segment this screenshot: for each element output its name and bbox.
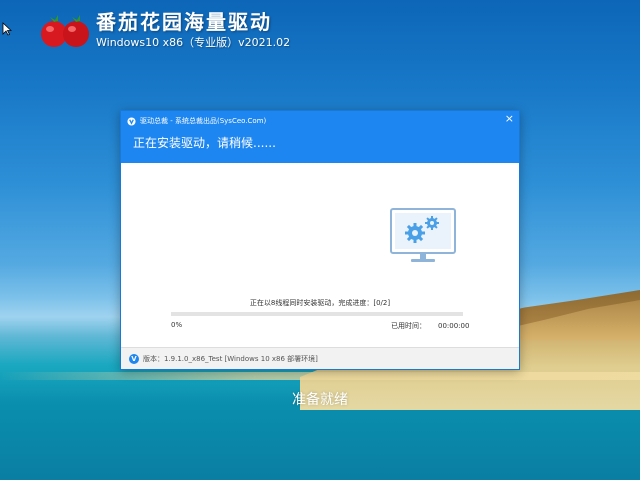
brand-subtitle: Windows10 x86（专业版）v2021.02 <box>96 36 291 49</box>
mouse-cursor-icon <box>2 22 12 36</box>
version-text: 版本：1.9.1.0_x86_Test [Windows 10 x86 部署环境… <box>143 354 318 363</box>
progress-percent: 0% <box>171 321 183 329</box>
brand-title: 番茄花园海量驱动 <box>96 10 272 34</box>
driver-app-icon <box>127 116 136 126</box>
ready-status-text: 准备就绪 <box>292 392 348 408</box>
elapsed-value: 00:00:00 <box>438 322 470 330</box>
tomato-logo-icon <box>41 15 89 47</box>
dialog-title: 驱动总裁 - 系统总裁出品(SysCeo.Com) <box>140 117 267 125</box>
driver-install-dialog: 驱动总裁 - 系统总裁出品(SysCeo.Com) × 正在安装驱动，请稍候..… <box>120 110 520 370</box>
background-sand-strip <box>0 372 640 380</box>
dialog-titlebar: 驱动总裁 - 系统总裁出品(SysCeo.Com) <box>127 114 266 128</box>
elapsed-label: 已用时间： <box>391 322 426 330</box>
install-progress-bar <box>171 312 463 316</box>
elapsed-time: 已用时间： 00:00:00 <box>391 321 469 331</box>
install-status-text: 正在以8线程同时安装驱动，完成进度：[0/2] <box>249 299 391 307</box>
dialog-heading: 正在安装驱动，请稍候...... <box>133 136 276 150</box>
close-icon[interactable]: × <box>505 112 514 126</box>
monitor-gears-icon <box>390 208 456 262</box>
dialog-footer: V 版本：1.9.1.0_x86_Test [Windows 10 x86 部署… <box>121 347 519 369</box>
dialog-header: 驱动总裁 - 系统总裁出品(SysCeo.Com) × 正在安装驱动，请稍候..… <box>121 111 519 163</box>
version-badge-icon: V <box>129 353 139 364</box>
